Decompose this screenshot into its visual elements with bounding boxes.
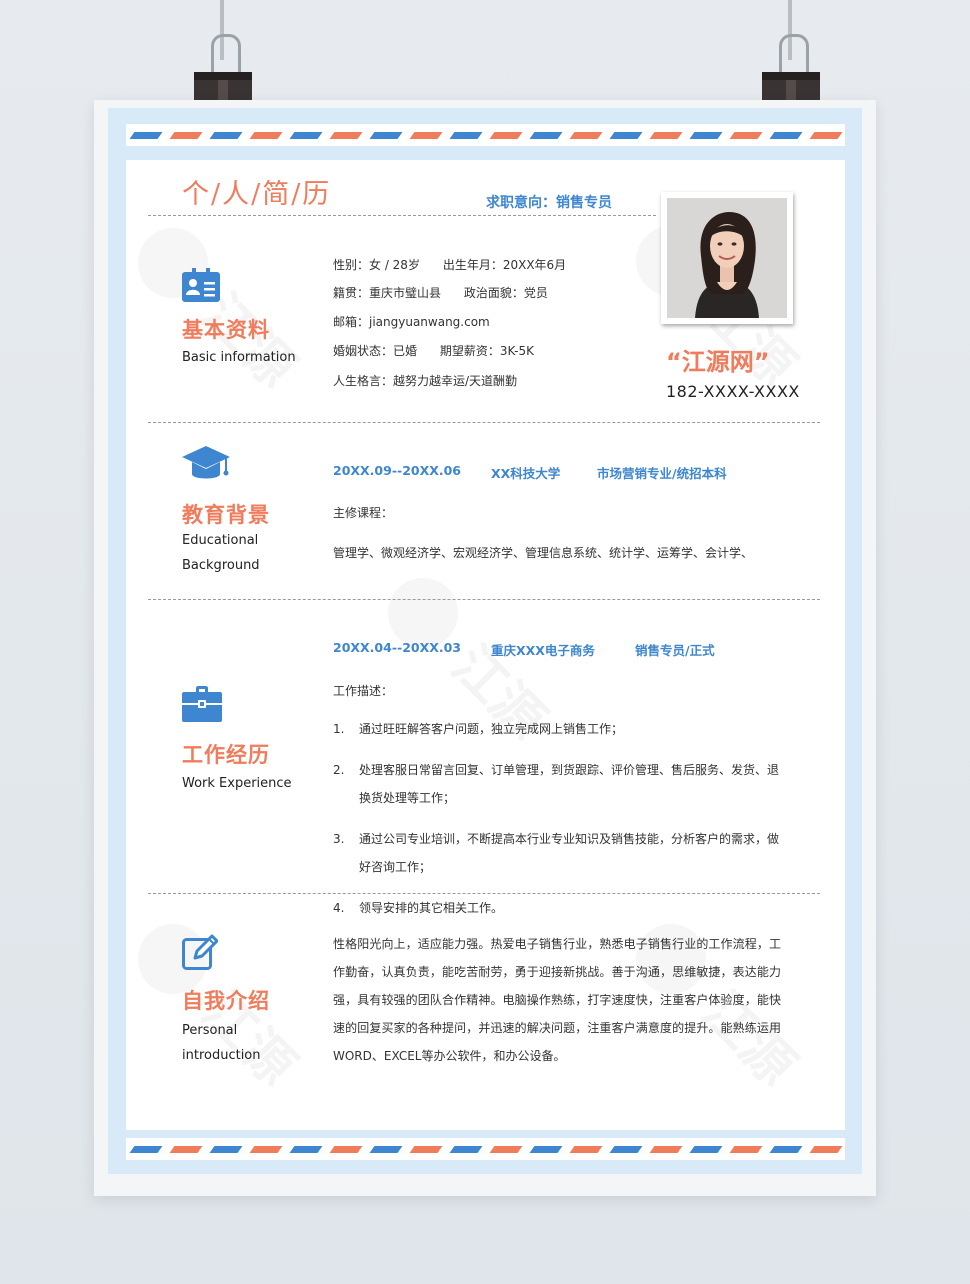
airmail-stripe-segment [809, 131, 842, 139]
airmail-stripe-bottom [126, 1138, 845, 1160]
airmail-stripe-segment [449, 1145, 482, 1153]
briefcase-icon [182, 686, 222, 726]
section-title-basic: 基本资料 [182, 318, 270, 342]
header-divider [148, 215, 656, 216]
airmail-stripe-segment [209, 1145, 242, 1153]
work-item-text: 领导安排的其它相关工作。 [359, 901, 504, 915]
airmail-stripe-segment [729, 1145, 762, 1153]
airmail-stripe-segment [169, 131, 202, 139]
airmail-stripe-segment [569, 131, 602, 139]
work-item-number: 3. [333, 832, 345, 846]
airmail-stripe-segment [769, 131, 802, 139]
basic-info-row: 籍贯：重庆市璧山县 政治面貌：党员 [333, 286, 548, 300]
resume-title: 个/人/简/历 [182, 179, 332, 210]
section-divider [148, 422, 820, 423]
airmail-stripe-segment [769, 1145, 802, 1153]
airmail-stripe-segment [169, 1145, 202, 1153]
work-company: 重庆XXX电子商务 [491, 643, 595, 658]
section-subtitle-basic: Basic information [182, 350, 296, 365]
work-item: 1. 通过旺旺解答客户问题，独立完成网上销售工作； [333, 715, 783, 743]
section-divider [148, 599, 820, 600]
work-position: 销售专员/正式 [635, 643, 715, 658]
edit-pencil-icon [182, 934, 219, 974]
airmail-stripe-segment [489, 131, 522, 139]
airmail-stripe-segment [809, 1145, 842, 1153]
work-item: 4. 领导安排的其它相关工作。 [333, 894, 783, 922]
airmail-stripe-segment [609, 1145, 642, 1153]
basic-info-row: 人生格言：越努力越幸运/天道酬勤 [333, 374, 518, 388]
airmail-stripe-segment [209, 131, 242, 139]
airmail-stripe-segment [609, 131, 642, 139]
work-item-text: 通过公司专业培训，不断提高本行业专业知识及销售技能，分析客户的需求，做好咨询工作… [359, 832, 780, 874]
airmail-stripe-segment [569, 1145, 602, 1153]
section-title-education: 教育背景 [182, 503, 270, 527]
airmail-stripe-segment [649, 1145, 682, 1153]
work-item-number: 4. [333, 901, 345, 915]
section-title-work: 工作经历 [182, 743, 270, 767]
airmail-stripe-segment [289, 1145, 322, 1153]
watermark-logo [388, 578, 458, 648]
education-period: 20XX.09--20XX.06 [333, 463, 462, 478]
section-subtitle-education: Educational Background [182, 533, 260, 573]
job-target: 求职意向：销售专员 [486, 195, 612, 211]
airmail-stripe-segment [289, 131, 322, 139]
airmail-stripe-segment [529, 131, 562, 139]
education-school: XX科技大学 [491, 466, 561, 481]
airmail-stripe-segment [649, 131, 682, 139]
airmail-stripe-segment [489, 1145, 522, 1153]
graduation-cap-icon [182, 446, 230, 486]
airmail-stripe-segment [689, 1145, 722, 1153]
work-item-number: 1. [333, 722, 345, 736]
id-card-icon [182, 268, 220, 306]
phone-number: 182-XXXX-XXXX [666, 382, 800, 401]
airmail-stripe-segment [249, 131, 282, 139]
airmail-stripe-segment [369, 1145, 402, 1153]
work-period: 20XX.04--20XX.03 [333, 640, 462, 655]
airmail-stripe-top [126, 124, 845, 146]
airmail-stripe-segment [409, 1145, 442, 1153]
section-subtitle-self: Personal introduction [182, 1023, 261, 1063]
airmail-stripe-segment [369, 131, 402, 139]
airmail-stripe-segment [729, 131, 762, 139]
work-item-number: 2. [333, 763, 345, 777]
airmail-stripe-segment [529, 1145, 562, 1153]
airmail-stripe-segment [449, 131, 482, 139]
work-item: 3. 通过公司专业培训，不断提高本行业专业知识及销售技能，分析客户的需求，做好咨询… [333, 825, 783, 881]
work-item-text: 处理客服日常留言回复、订单管理，到货跟踪、评价管理、售后服务、发货、退换货处理等… [359, 763, 780, 805]
basic-info-row: 邮箱：jiangyuanwang.com [333, 315, 490, 329]
airmail-stripe-segment [689, 131, 722, 139]
airmail-stripe-segment [409, 131, 442, 139]
airmail-stripe-segment [129, 1145, 162, 1153]
work-item: 2. 处理客服日常留言回复、订单管理，到货跟踪、评价管理、售后服务、发货、退换货处… [333, 756, 783, 812]
course-list: 管理学、微观经济学、宏观经济学、管理信息系统、统计学、运筹学、会计学、 [333, 546, 754, 560]
section-title-self: 自我介绍 [182, 989, 270, 1013]
airmail-stripe-segment [129, 131, 162, 139]
section-subtitle-work: Work Experience [182, 776, 292, 791]
work-item-text: 通过旺旺解答客户问题，独立完成网上销售工作； [359, 722, 624, 736]
self-intro-text: 性格阳光向上，适应能力强。热爱电子销售行业，熟悉电子销售行业的工作流程，工作勤奋… [333, 937, 781, 1063]
airmail-stripe-segment [329, 131, 362, 139]
basic-info-row: 婚姻状态：已婚 期望薪资：3K-5K [333, 344, 534, 358]
profile-photo [661, 192, 793, 324]
education-major: 市场营销专业/统招本科 [597, 466, 727, 481]
brand-name: “江源网” [666, 348, 770, 376]
airmail-stripe-segment [249, 1145, 282, 1153]
basic-info-row: 性别：女 / 28岁 出生年月：20XX年6月 [333, 258, 567, 272]
work-desc-label: 工作描述： [333, 684, 394, 698]
portrait-image [667, 198, 787, 318]
airmail-stripe-segment [329, 1145, 362, 1153]
course-label: 主修课程： [333, 506, 394, 520]
